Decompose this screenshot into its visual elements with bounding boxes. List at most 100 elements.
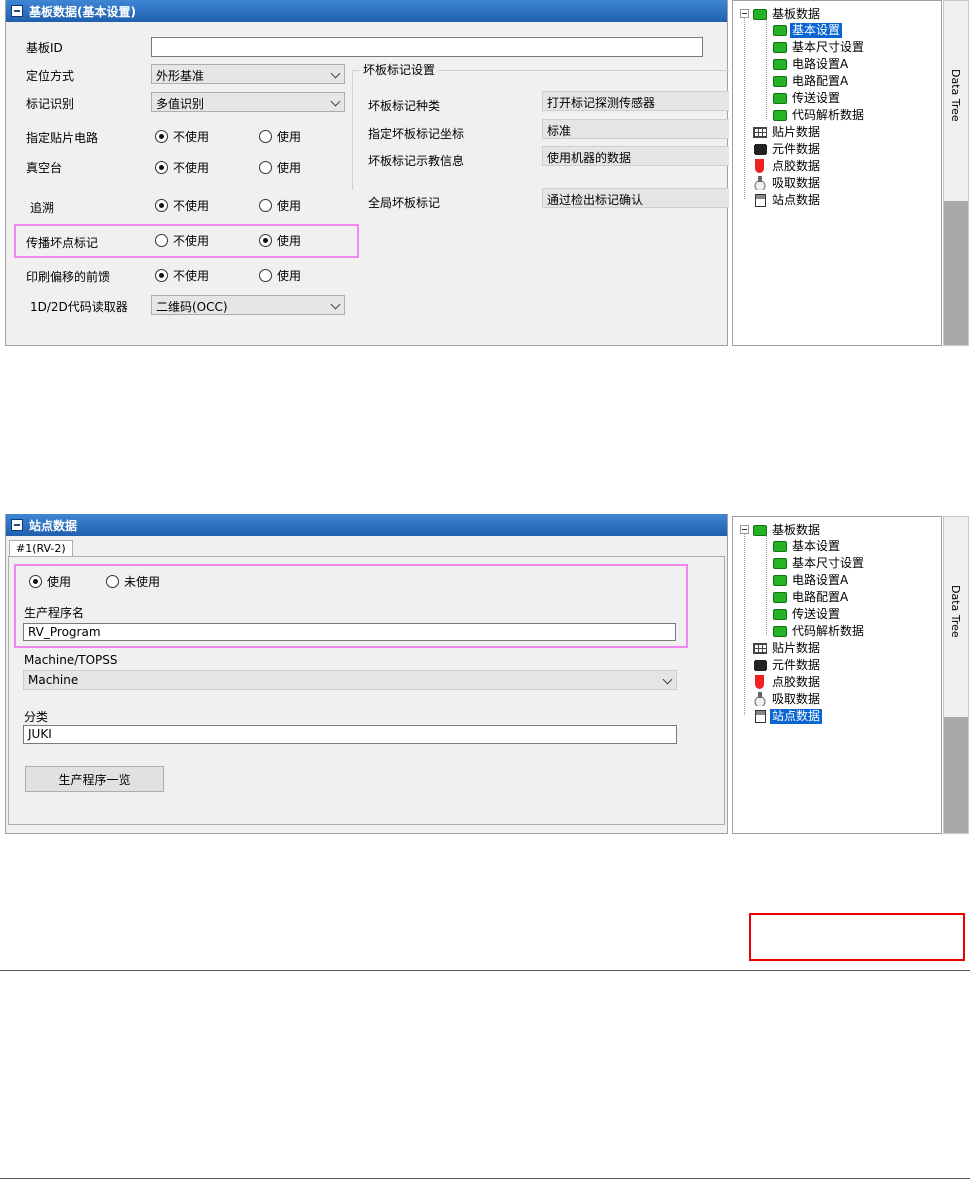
- tree-node-label: 基本设置: [792, 538, 841, 553]
- traceability-off-radio[interactable]: 不使用: [155, 197, 209, 214]
- data-tree: 基板数据 基本设置 基本尺寸设置 电路设置A 电路配置A 传送设置 代码解析数据…: [732, 0, 942, 346]
- red-outline-box: [749, 913, 965, 961]
- radio-label: 使用: [47, 575, 72, 589]
- traceability-on-radio[interactable]: 使用: [259, 197, 301, 214]
- station-data-screenshot: 站点数据 #1(RV-2) 使用 未使用 生产程序名 RV_Program Ma…: [0, 514, 970, 834]
- radio-label: 不使用: [173, 234, 210, 248]
- collapse-icon[interactable]: [11, 519, 23, 531]
- collapse-icon[interactable]: [11, 5, 23, 17]
- radio-label: 不使用: [173, 199, 210, 213]
- positioning-select[interactable]: 外形基准: [151, 64, 345, 84]
- tree-node-label: 点胶数据: [772, 158, 821, 173]
- tree-node-component-data[interactable]: 元件数据: [753, 141, 822, 157]
- tree-node-label: 基本尺寸设置: [792, 39, 865, 54]
- tree-node-circuit-config[interactable]: 电路配置A: [773, 73, 850, 89]
- tree-line: [744, 533, 745, 715]
- tree-node-station-data[interactable]: 站点数据: [753, 708, 823, 724]
- vacuum-table-label: 真空台: [26, 161, 63, 175]
- tree-node-code-analysis[interactable]: 代码解析数据: [773, 623, 866, 639]
- designated-circuit-off-radio[interactable]: 不使用: [155, 128, 209, 145]
- category-field[interactable]: JUKI: [23, 725, 677, 744]
- propagate-bad-mark-off-radio[interactable]: 不使用: [155, 232, 209, 249]
- designated-circuit-label: 指定贴片电路: [26, 131, 99, 145]
- tree-line: [744, 17, 745, 199]
- mark-recognition-select[interactable]: 多值识别: [151, 92, 345, 112]
- machine-topss-value: Machine: [28, 673, 79, 687]
- vacuum-table-off-radio[interactable]: 不使用: [155, 159, 209, 176]
- tree-node-station-data[interactable]: 站点数据: [753, 192, 822, 208]
- side-tab-scroll-area: [944, 717, 968, 833]
- use-radio[interactable]: 使用: [29, 573, 71, 590]
- tree-node-transfer-settings[interactable]: 传送设置: [773, 606, 842, 622]
- board-icon: [773, 540, 787, 552]
- board-icon: [773, 75, 787, 87]
- radio-checked-icon: [155, 130, 168, 143]
- data-tree-side-tab[interactable]: Data Tree: [943, 516, 969, 834]
- divider-line: [0, 970, 970, 971]
- propagate-bad-mark-on-radio[interactable]: 使用: [259, 232, 301, 249]
- tree-node-basic-size[interactable]: 基本尺寸设置: [773, 39, 866, 55]
- tree-node-label: 基板数据: [772, 522, 821, 537]
- tree-node-code-analysis[interactable]: 代码解析数据: [773, 107, 866, 123]
- tree-node-circuit-config[interactable]: 电路配置A: [773, 589, 850, 605]
- radio-checked-icon: [155, 269, 168, 282]
- radio-checked-icon: [259, 234, 272, 247]
- tree-node-dispense-data[interactable]: 点胶数据: [753, 158, 822, 174]
- grid-icon: [753, 642, 767, 654]
- radio-label: 不使用: [173, 161, 210, 175]
- tree-node-label: 基本尺寸设置: [792, 555, 865, 570]
- panel-title-bar: 基板数据(基本设置): [6, 0, 727, 22]
- radio-checked-icon: [155, 161, 168, 174]
- tree-node-transfer-settings[interactable]: 传送设置: [773, 90, 842, 106]
- global-bad-mark-select[interactable]: 通过检出标记确认: [542, 188, 729, 208]
- category-label: 分类: [24, 710, 49, 724]
- board-icon: [753, 8, 767, 20]
- tree-node-basic-size[interactable]: 基本尺寸设置: [773, 555, 866, 571]
- tree-node-pickup-data[interactable]: 吸取数据: [753, 175, 822, 191]
- board-icon: [773, 625, 787, 637]
- tree-node-basic-settings[interactable]: 基本设置: [773, 538, 842, 554]
- expander-minus-icon[interactable]: [740, 525, 749, 534]
- radio-label: 使用: [277, 130, 302, 144]
- tree-node-board-data[interactable]: 基板数据: [753, 6, 822, 22]
- tree-node-basic-settings[interactable]: 基本设置: [773, 22, 843, 38]
- board-icon: [773, 41, 787, 53]
- data-tree-side-tab[interactable]: Data Tree: [943, 0, 969, 346]
- tree-node-board-data[interactable]: 基板数据: [753, 522, 822, 538]
- board-icon: [773, 24, 787, 36]
- board-icon: [773, 109, 787, 121]
- print-offset-on-radio[interactable]: 使用: [259, 267, 301, 284]
- board-icon: [773, 92, 787, 104]
- radio-unchecked-icon: [259, 161, 272, 174]
- tree-line: [766, 19, 767, 119]
- tree-node-component-data[interactable]: 元件数据: [753, 657, 822, 673]
- tree-node-circuit-settings[interactable]: 电路设置A: [773, 56, 850, 72]
- print-offset-off-radio[interactable]: 不使用: [155, 267, 209, 284]
- tree-node-mount-data[interactable]: 贴片数据: [753, 640, 822, 656]
- bad-mark-type-select[interactable]: 打开标记探测传感器: [542, 91, 729, 111]
- expander-minus-icon[interactable]: [740, 9, 749, 18]
- mark-recognition-value: 多值识别: [156, 97, 205, 111]
- side-tab-label: Data Tree: [949, 585, 962, 638]
- chevron-down-icon: [330, 68, 341, 79]
- program-name-field[interactable]: RV_Program: [23, 623, 676, 641]
- tree-node-mount-data[interactable]: 贴片数据: [753, 124, 822, 140]
- unused-radio[interactable]: 未使用: [106, 573, 160, 590]
- tree-node-circuit-settings[interactable]: 电路设置A: [773, 572, 850, 588]
- code-reader-select[interactable]: 二维码(OCC): [151, 295, 345, 315]
- tree-node-label: 电路配置A: [792, 73, 849, 88]
- vacuum-table-on-radio[interactable]: 使用: [259, 159, 301, 176]
- machine-topss-select[interactable]: Machine: [23, 670, 677, 690]
- radio-label: 使用: [277, 199, 302, 213]
- board-id-field[interactable]: [151, 37, 703, 57]
- program-list-button[interactable]: 生产程序一览: [25, 766, 164, 792]
- bad-mark-coordinate-select[interactable]: 标准: [542, 119, 729, 139]
- board-icon: [773, 591, 787, 603]
- radio-label: 不使用: [173, 269, 210, 283]
- panel-title: 站点数据: [29, 518, 78, 533]
- bad-mark-teach-select[interactable]: 使用机器的数据: [542, 146, 729, 166]
- tree-node-pickup-data[interactable]: 吸取数据: [753, 691, 822, 707]
- tree-node-dispense-data[interactable]: 点胶数据: [753, 674, 822, 690]
- board-icon: [773, 574, 787, 586]
- designated-circuit-on-radio[interactable]: 使用: [259, 128, 301, 145]
